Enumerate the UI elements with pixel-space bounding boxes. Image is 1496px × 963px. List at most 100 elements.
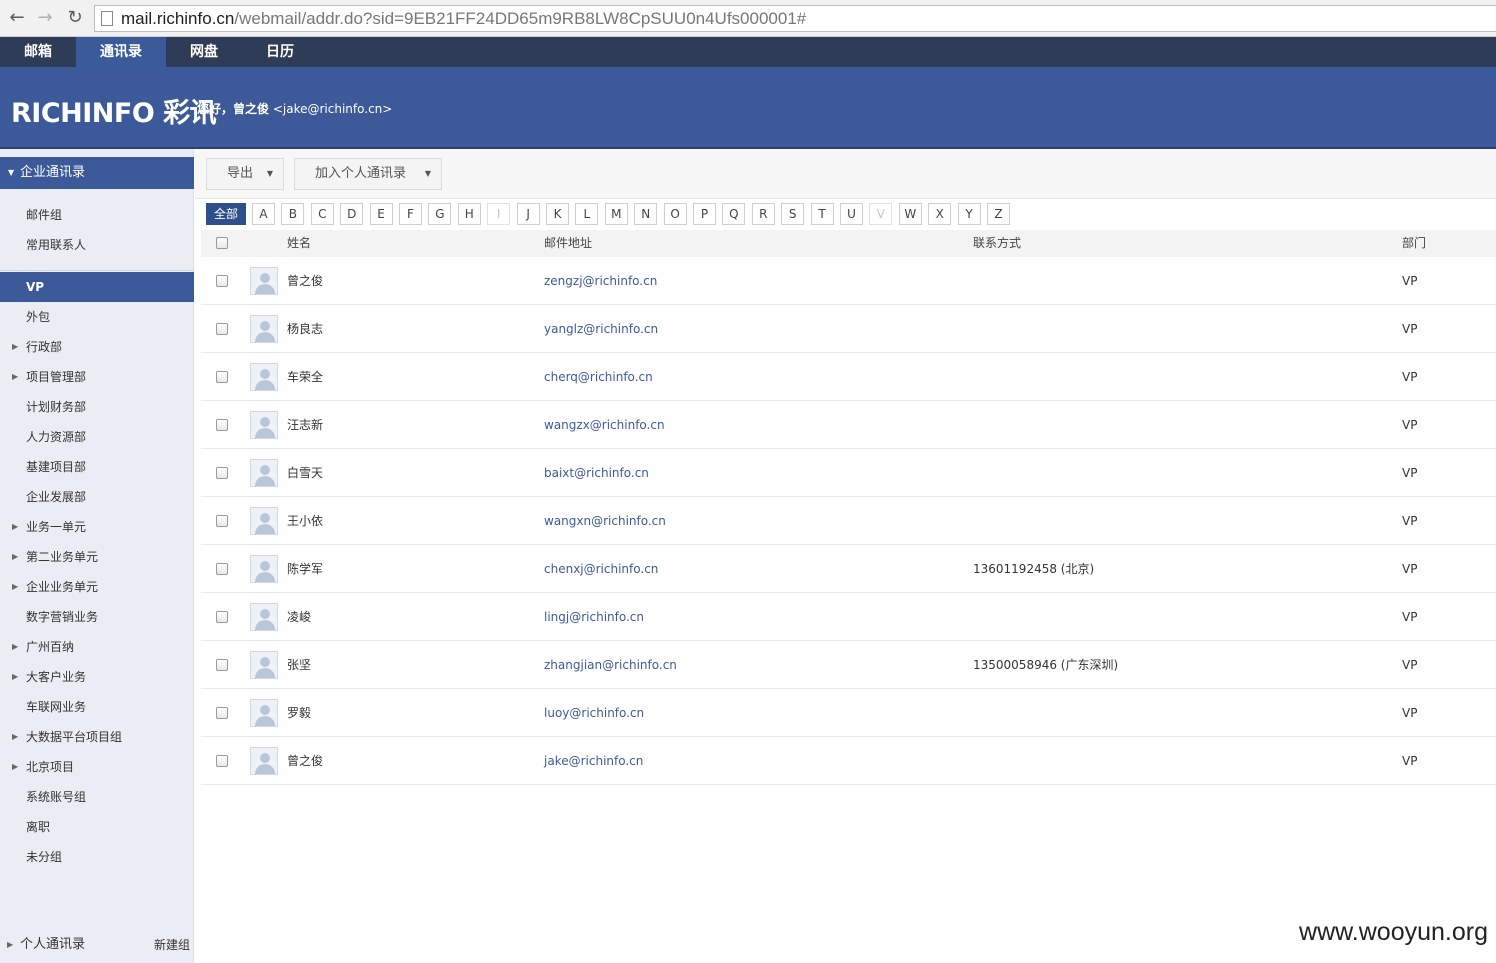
sidebar-group-item[interactable]: ▶ 企业业务单元 bbox=[0, 572, 194, 602]
row-checkbox[interactable] bbox=[216, 467, 228, 479]
column-header-phone[interactable]: 联系方式 bbox=[973, 230, 1021, 257]
expand-arrow-icon[interactable]: ▶ bbox=[12, 572, 18, 602]
tab-mail[interactable]: 邮箱 bbox=[0, 37, 76, 67]
sidebar-group-item[interactable]: ▶ 第二业务单元 bbox=[0, 542, 194, 572]
letter-filter-button[interactable]: C bbox=[310, 203, 334, 225]
table-row[interactable]: 罗毅 luoy@richinfo.cn VP bbox=[201, 689, 1496, 737]
column-header-name[interactable]: 姓名 bbox=[287, 230, 311, 257]
letter-filter-button[interactable]: M bbox=[604, 203, 628, 225]
expand-arrow-icon[interactable]: ▶ bbox=[12, 512, 18, 542]
sidebar-group-item[interactable]: 系统账号组 bbox=[0, 782, 194, 812]
expand-arrow-icon[interactable]: ▶ bbox=[12, 662, 18, 692]
expand-arrow-icon[interactable]: ▶ bbox=[12, 752, 18, 782]
tab-contacts[interactable]: 通讯录 bbox=[76, 37, 166, 67]
sidebar-group-item[interactable]: ▶ 行政部 bbox=[0, 332, 194, 362]
sidebar-group-item[interactable]: 未分组 bbox=[0, 842, 194, 872]
contact-email-link[interactable]: chenxj@richinfo.cn bbox=[544, 545, 658, 593]
letter-filter-button[interactable]: S bbox=[781, 203, 805, 225]
contact-email-link[interactable]: zhangjian@richinfo.cn bbox=[544, 641, 677, 689]
table-row[interactable]: 陈学军 chenxj@richinfo.cn 13601192458 (北京) VP bbox=[201, 545, 1496, 593]
add-to-personal-contacts-button[interactable]: 加入个人通讯录 ▼ bbox=[294, 158, 442, 190]
sidebar-group-item[interactable]: ▶ 大客户业务 bbox=[0, 662, 194, 692]
expand-arrow-icon[interactable]: ▶ bbox=[12, 722, 18, 752]
letter-filter-button[interactable]: K bbox=[546, 203, 569, 225]
sidebar-item[interactable]: 邮件组 bbox=[0, 200, 194, 230]
table-row[interactable]: 曾之俊 zengzj@richinfo.cn VP bbox=[201, 257, 1496, 305]
column-header-dept[interactable]: 部门 bbox=[1402, 230, 1426, 257]
personal-contacts-label[interactable]: 个人通讯录 bbox=[20, 927, 85, 963]
reload-icon[interactable]: ↻ bbox=[64, 7, 86, 29]
letter-filter-button[interactable]: Y bbox=[957, 203, 981, 225]
table-row[interactable]: 凌峻 lingj@richinfo.cn VP bbox=[201, 593, 1496, 641]
contact-email-link[interactable]: cherq@richinfo.cn bbox=[544, 353, 653, 401]
export-button[interactable]: 导出 ▼ bbox=[206, 158, 284, 190]
expand-arrow-icon[interactable]: ▶ bbox=[12, 362, 18, 392]
letter-filter-button[interactable]: U bbox=[840, 203, 863, 225]
letter-filter-button[interactable]: R bbox=[751, 203, 775, 225]
row-checkbox[interactable] bbox=[216, 563, 228, 575]
letter-filter-button[interactable]: O bbox=[663, 203, 687, 225]
url-text[interactable]: mail.richinfo.cn/webmail/addr.do?sid=9EB… bbox=[121, 9, 806, 29]
table-row[interactable]: 王小依 wangxn@richinfo.cn VP bbox=[201, 497, 1496, 545]
letter-filter-button[interactable]: H bbox=[457, 203, 481, 225]
contact-email-link[interactable]: yanglz@richinfo.cn bbox=[544, 305, 658, 353]
row-checkbox[interactable] bbox=[216, 659, 228, 671]
contact-email-link[interactable]: luoy@richinfo.cn bbox=[544, 689, 644, 737]
forward-arrow-icon[interactable]: → bbox=[34, 7, 56, 29]
expand-arrow-icon[interactable]: ▶ bbox=[12, 632, 18, 662]
letter-filter-button[interactable]: Q bbox=[722, 203, 746, 225]
contact-email-link[interactable]: zengzj@richinfo.cn bbox=[544, 257, 657, 305]
letter-filter-button[interactable]: P bbox=[693, 203, 716, 225]
letter-filter-button[interactable]: X bbox=[928, 203, 952, 225]
sidebar-group-item[interactable]: 计划财务部 bbox=[0, 392, 194, 422]
row-checkbox[interactable] bbox=[216, 371, 228, 383]
contact-email-link[interactable]: wangzx@richinfo.cn bbox=[544, 401, 665, 449]
row-checkbox[interactable] bbox=[216, 323, 228, 335]
row-checkbox[interactable] bbox=[216, 755, 228, 767]
letter-filter-button[interactable]: B bbox=[281, 203, 305, 225]
expand-arrow-icon[interactable]: ▶ bbox=[12, 542, 18, 572]
table-row[interactable]: 曾之俊 jake@richinfo.cn VP bbox=[201, 737, 1496, 785]
sidebar-group-item[interactable]: ▶ 广州百纳 bbox=[0, 632, 194, 662]
sidebar-item[interactable]: 常用联系人 bbox=[0, 230, 194, 260]
table-row[interactable]: 白雪天 baixt@richinfo.cn VP bbox=[201, 449, 1496, 497]
sidebar-group-item[interactable]: 车联网业务 bbox=[0, 692, 194, 722]
letter-filter-button[interactable]: L bbox=[575, 203, 599, 225]
sidebar-group-item[interactable]: 外包 bbox=[0, 302, 194, 332]
select-all-checkbox[interactable] bbox=[216, 237, 228, 249]
sidebar-section-enterprise-contacts[interactable]: ▼ 企业通讯录 bbox=[0, 157, 194, 189]
new-group-link[interactable]: 新建组 bbox=[154, 927, 190, 963]
row-checkbox[interactable] bbox=[216, 419, 228, 431]
letter-filter-button[interactable]: Z bbox=[987, 203, 1010, 225]
sidebar-group-item[interactable]: VP bbox=[0, 272, 194, 302]
sidebar-group-item[interactable]: ▶ 大数据平台项目组 bbox=[0, 722, 194, 752]
sidebar-group-item[interactable]: 基建项目部 bbox=[0, 452, 194, 482]
table-row[interactable]: 车荣全 cherq@richinfo.cn VP bbox=[201, 353, 1496, 401]
tab-netdisk[interactable]: 网盘 bbox=[166, 37, 242, 67]
letter-filter-button[interactable]: A bbox=[252, 203, 275, 225]
letter-filter-button[interactable]: W bbox=[898, 203, 922, 225]
table-row[interactable]: 汪志新 wangzx@richinfo.cn VP bbox=[201, 401, 1496, 449]
row-checkbox[interactable] bbox=[216, 707, 228, 719]
row-checkbox[interactable] bbox=[216, 275, 228, 287]
letter-filter-button[interactable]: J bbox=[516, 203, 540, 225]
row-checkbox[interactable] bbox=[216, 611, 228, 623]
letter-filter-button[interactable]: D bbox=[340, 203, 364, 225]
letter-filter-button[interactable]: T bbox=[810, 203, 834, 225]
sidebar-group-item[interactable]: 人力资源部 bbox=[0, 422, 194, 452]
sidebar-group-item[interactable]: ▶ 业务一单元 bbox=[0, 512, 194, 542]
address-bar[interactable]: mail.richinfo.cn/webmail/addr.do?sid=9EB… bbox=[94, 5, 1496, 32]
contact-email-link[interactable]: wangxn@richinfo.cn bbox=[544, 497, 666, 545]
letter-filter-button[interactable]: G bbox=[428, 203, 452, 225]
letter-filter-button[interactable]: E bbox=[369, 203, 393, 225]
sidebar-group-item[interactable]: 离职 bbox=[0, 812, 194, 842]
letter-filter-button[interactable]: F bbox=[399, 203, 422, 225]
contact-email-link[interactable]: lingj@richinfo.cn bbox=[544, 593, 644, 641]
table-row[interactable]: 杨良志 yanglz@richinfo.cn VP bbox=[201, 305, 1496, 353]
column-header-email[interactable]: 邮件地址 bbox=[544, 230, 592, 257]
letter-filter-button[interactable]: N bbox=[634, 203, 658, 225]
back-arrow-icon[interactable]: ← bbox=[6, 7, 28, 29]
table-row[interactable]: 张坚 zhangjian@richinfo.cn 13500058946 (广东深圳… bbox=[201, 641, 1496, 689]
letter-filter-all[interactable]: 全部 bbox=[206, 203, 246, 225]
row-checkbox[interactable] bbox=[216, 515, 228, 527]
